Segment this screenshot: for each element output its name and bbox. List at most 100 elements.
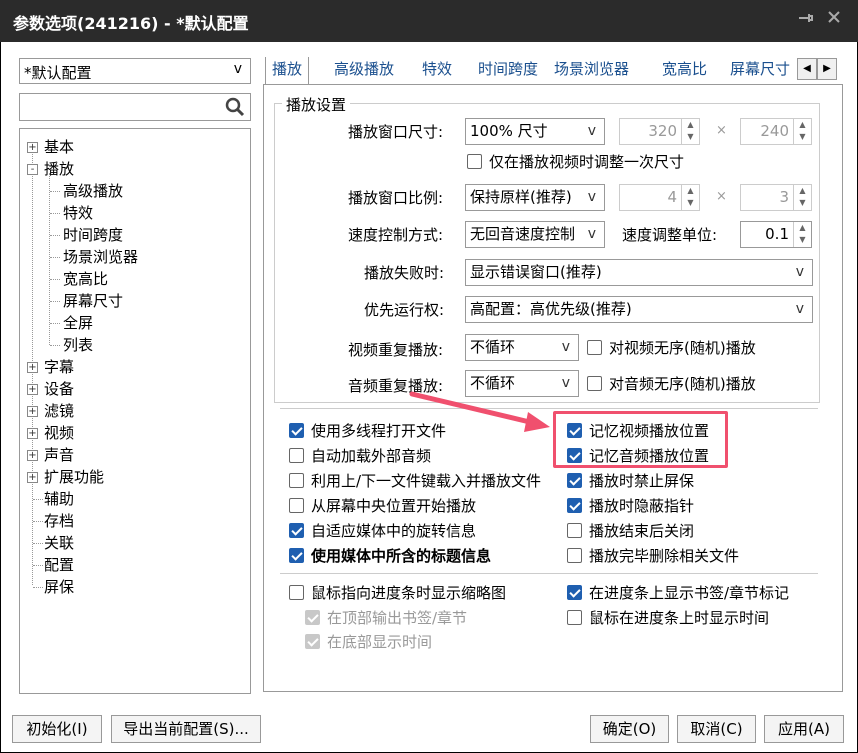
expand-icon[interactable]: + (27, 362, 38, 373)
window-size-dropdown[interactable]: 100% 尺寸 v (465, 118, 605, 145)
tree-item[interactable]: 辅助 (44, 489, 74, 509)
thumbnail-checkbox[interactable]: 鼠标指向进度条时显示缩略图 (289, 583, 506, 603)
tab-3[interactable]: 时间跨度 (472, 57, 544, 84)
checkbox-box[interactable] (289, 523, 304, 538)
ok-button[interactable]: 确定(O) (590, 715, 669, 743)
video-repeat-dropdown[interactable]: 不循环 v (465, 334, 579, 361)
spin-down-icon[interactable]: ▼ (794, 131, 811, 143)
checkbox-box[interactable] (289, 448, 304, 463)
checkbox-box[interactable] (567, 523, 582, 538)
speed-unit-spinner[interactable]: 0.1 ▲ ▼ (740, 221, 812, 248)
tab-0[interactable]: 播放 (265, 57, 310, 84)
option-checkbox[interactable]: 自适应媒体中的旋转信息 (289, 521, 476, 541)
window-width-spinner[interactable]: 320 ▲ ▼ (619, 118, 700, 145)
spin-up-icon[interactable]: ▲ (682, 185, 699, 197)
spin-down-icon[interactable]: ▼ (682, 131, 699, 143)
audio-shuffle-checkbox[interactable]: 对音频无序(随机)播放 (587, 374, 756, 394)
tab-1[interactable]: 高级播放 (328, 57, 400, 84)
fail-action-dropdown[interactable]: 显示错误窗口(推荐) v (465, 259, 813, 286)
tree-item[interactable]: 宽高比 (63, 269, 108, 289)
tab-2[interactable]: 特效 (416, 57, 458, 84)
profile-dropdown[interactable]: *默认配置 v (19, 58, 251, 84)
ratio-height-spinner[interactable]: 3 ▲ ▼ (740, 184, 812, 211)
checkbox-box[interactable] (587, 376, 602, 391)
expand-icon[interactable]: + (27, 472, 38, 483)
tree-item[interactable]: 关联 (44, 533, 74, 553)
pin-icon[interactable] (794, 9, 816, 31)
collapse-icon[interactable]: - (27, 164, 38, 175)
spin-up-icon[interactable]: ▲ (682, 119, 699, 131)
tab-scroll-left-icon[interactable]: ◀ (797, 58, 817, 80)
tree-item[interactable]: 设备 (44, 379, 74, 399)
checkbox-box[interactable] (567, 498, 582, 513)
expand-icon[interactable]: + (27, 428, 38, 439)
option-checkbox[interactable]: 自动加载外部音频 (289, 446, 431, 466)
spin-down-icon[interactable]: ▼ (794, 234, 811, 246)
priority-dropdown[interactable]: 高配置：高优先级(推荐) v (465, 296, 813, 323)
tree-item[interactable]: 视频 (44, 423, 74, 443)
checkbox-box[interactable] (587, 340, 602, 355)
option-checkbox[interactable]: 播放结束后关闭 (567, 521, 694, 541)
tree-item[interactable]: 时间跨度 (63, 225, 123, 245)
spin-up-icon[interactable]: ▲ (794, 185, 811, 197)
checkbox-box[interactable] (289, 498, 304, 513)
adjust-once-checkbox[interactable]: 仅在播放视频时调整一次尺寸 (467, 152, 684, 172)
tree-item[interactable]: 滤镜 (44, 401, 74, 421)
tree-item[interactable]: 高级播放 (63, 181, 123, 201)
option-checkbox[interactable]: 使用媒体中所含的标题信息 (289, 546, 491, 566)
export-button[interactable]: 导出当前配置(S)... (111, 715, 261, 743)
spin-down-icon[interactable]: ▼ (794, 197, 811, 209)
tree-item[interactable]: 屏幕尺寸 (63, 291, 123, 311)
tree-item[interactable]: 列表 (63, 335, 93, 355)
checkbox-box[interactable] (305, 634, 320, 649)
ratio-width-spinner[interactable]: 4 ▲ ▼ (619, 184, 700, 211)
option-checkbox[interactable]: 从屏幕中央位置开始播放 (289, 496, 476, 516)
checkbox-box[interactable] (289, 548, 304, 563)
cancel-button[interactable]: 取消(C) (677, 715, 756, 743)
option-checkbox[interactable]: 播放完毕删除相关文件 (567, 546, 739, 566)
expand-icon[interactable]: + (27, 406, 38, 417)
checkbox-box[interactable] (289, 423, 304, 438)
checkbox-box[interactable] (567, 585, 582, 600)
checkbox-box[interactable] (289, 473, 304, 488)
hover-time-checkbox[interactable]: 鼠标在进度条上时显示时间 (567, 608, 769, 628)
tree-item[interactable]: 屏保 (44, 577, 74, 597)
time-bottom-checkbox[interactable]: 在底部显示时间 (305, 632, 432, 652)
checkbox-box[interactable] (567, 473, 582, 488)
window-height-spinner[interactable]: 240 ▲ ▼ (740, 118, 812, 145)
expand-icon[interactable]: + (27, 142, 38, 153)
apply-button[interactable]: 应用(A) (764, 715, 844, 743)
chapter-marks-checkbox[interactable]: 在进度条上显示书签/章节标记 (567, 583, 789, 603)
tree-item[interactable]: 全屏 (63, 313, 93, 333)
expand-icon[interactable]: + (27, 384, 38, 395)
bookmark-top-checkbox[interactable]: 在顶部输出书签/章节 (305, 608, 467, 628)
tree-item[interactable]: 扩展功能 (44, 467, 104, 487)
tree-item[interactable]: 字幕 (44, 357, 74, 377)
tab-5[interactable]: 宽高比 (656, 57, 713, 84)
spin-up-icon[interactable]: ▲ (794, 119, 811, 131)
option-checkbox[interactable]: 播放时隐蔽指针 (567, 496, 694, 516)
checkbox-box[interactable] (467, 154, 482, 169)
checkbox-box[interactable] (567, 610, 582, 625)
tree-item[interactable]: 播放 (44, 159, 74, 179)
tab-scroll-right-icon[interactable]: ▶ (817, 58, 837, 80)
tree-item[interactable]: 特效 (63, 203, 93, 223)
search-input[interactable] (19, 93, 251, 121)
tree-item[interactable]: 声音 (44, 445, 74, 465)
checkbox-box[interactable] (567, 548, 582, 563)
init-button[interactable]: 初始化(I) (12, 715, 102, 743)
spin-up-icon[interactable]: ▲ (794, 222, 811, 234)
checkbox-box[interactable] (289, 585, 304, 600)
close-icon[interactable] (823, 9, 845, 31)
video-shuffle-checkbox[interactable]: 对视频无序(随机)播放 (587, 338, 756, 358)
tab-4[interactable]: 场景浏览器 (548, 57, 635, 84)
ratio-dropdown[interactable]: 保持原样(推荐) v (465, 184, 605, 211)
tab-6[interactable]: 屏幕尺寸 (724, 57, 795, 84)
tree-item[interactable]: 场景浏览器 (63, 247, 138, 267)
tree-item[interactable]: 基本 (44, 137, 74, 157)
tree-item[interactable]: 配置 (44, 555, 74, 575)
option-checkbox[interactable]: 播放时禁止屏保 (567, 471, 694, 491)
option-checkbox[interactable]: 利用上/下一文件键载入并播放文件 (289, 471, 541, 491)
search-icon[interactable] (224, 96, 246, 118)
tree-item[interactable]: 存档 (44, 511, 74, 531)
